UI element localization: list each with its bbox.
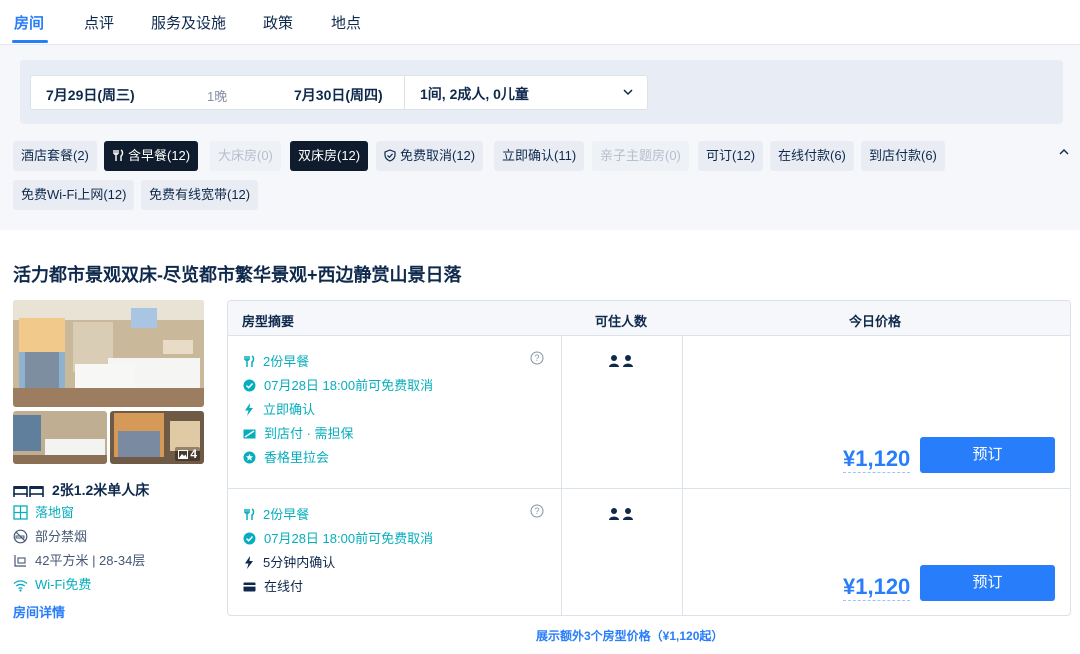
search-divider xyxy=(404,75,405,110)
nights-count: 1晚 xyxy=(207,89,228,104)
member-star-icon xyxy=(243,451,256,464)
tab-location[interactable]: 地点 xyxy=(331,12,361,33)
room-photo-main[interactable] xyxy=(13,300,204,407)
filter-free-broadband[interactable]: 免费有线宽带(12) xyxy=(141,180,259,210)
credit-card-icon xyxy=(243,582,256,592)
window-icon xyxy=(13,505,28,520)
filter-king-bed[interactable]: 大床房(0) xyxy=(210,141,281,171)
header-occupancy: 可住人数 xyxy=(595,314,648,329)
lightning-icon xyxy=(245,556,253,569)
svg-text:?: ? xyxy=(534,353,539,363)
rate-feature-confirm: 5分钟内确认 xyxy=(243,552,335,571)
tab-facilities[interactable]: 服务及设施 xyxy=(151,12,226,33)
rate-feature-breakfast: 2份早餐 xyxy=(243,504,309,523)
svg-text:?: ? xyxy=(534,506,539,516)
filter-free-wifi[interactable]: 免费Wi-Fi上网(12) xyxy=(13,180,135,210)
help-icon[interactable]: ? xyxy=(530,351,544,365)
filter-twin-bed[interactable]: 双床房(12) xyxy=(290,141,369,171)
rate-feature-confirm: 立即确认 xyxy=(243,399,315,418)
rate-feature-member: 香格里拉会 xyxy=(243,447,329,466)
room-title: 活力都市景观双床-尽览都市繁华景观+西边静赏山景日落 xyxy=(13,265,462,285)
filter-free-cancel[interactable]: 免费取消(12) xyxy=(376,141,484,171)
two-guests-icon xyxy=(609,355,633,367)
check-circle-icon xyxy=(243,379,256,392)
column-divider xyxy=(682,336,683,615)
filter-available[interactable]: 可订(12) xyxy=(698,141,764,171)
lightning-icon xyxy=(245,403,253,416)
filter-family-room[interactable]: 亲子主题房(0) xyxy=(592,141,689,171)
tab-reviews[interactable]: 点评 xyxy=(84,12,114,33)
room-tabs: 房间 点评 服务及设施 政策 地点 xyxy=(0,0,1080,45)
rate-table: 房型摘要 可住人数 今日价格 2份早餐 ? 07月28日 18:00前可免费取消… xyxy=(227,300,1071,616)
rate-feature-breakfast: 2份早餐 xyxy=(243,351,309,370)
amenity-size: 42平方米 | 28-34层 xyxy=(13,550,145,569)
room-photo-thumb-1[interactable] xyxy=(13,411,107,464)
amenity-window: 落地窗 xyxy=(13,502,74,521)
two-guests-icon xyxy=(609,508,633,520)
twin-bed-icon xyxy=(13,486,44,497)
rate-price[interactable]: ¥1,120 xyxy=(843,574,911,601)
room-size-icon xyxy=(14,555,26,567)
check-circle-icon xyxy=(243,532,256,545)
tab-policies[interactable]: 政策 xyxy=(263,12,293,33)
room-details-link[interactable]: 房间详情 xyxy=(13,602,65,621)
show-more-rates-link[interactable]: 展示额外3个房型价格（¥1,120起） xyxy=(536,627,723,644)
checkin-date[interactable]: 7月29日(周三) xyxy=(46,85,135,105)
checkout-date[interactable]: 7月30日(周四) xyxy=(294,85,383,105)
no-smoking-icon xyxy=(13,529,28,544)
chevron-down-icon[interactable] xyxy=(622,86,634,98)
filter-breakfast[interactable]: 含早餐(12) xyxy=(104,141,199,171)
rate-feature-payment: 到店付 · 需担保 xyxy=(243,423,354,442)
bed-type: 2张1.2米单人床 xyxy=(13,480,149,500)
active-tab-indicator xyxy=(12,40,48,43)
book-button[interactable]: 预订 xyxy=(920,437,1055,473)
book-button[interactable]: 预订 xyxy=(920,565,1055,601)
filter-instant-confirm[interactable]: 立即确认(11) xyxy=(494,141,585,171)
rate-feature-cancel: 07月28日 18:00前可免费取消 xyxy=(243,375,433,394)
filter-pay-at-hotel[interactable]: 到店付款(6) xyxy=(861,141,945,171)
tab-rooms[interactable]: 房间 xyxy=(14,12,44,33)
room-photo-thumb-2[interactable]: 4 xyxy=(110,411,204,464)
rate-feature-cancel: 07月28日 18:00前可免费取消 xyxy=(243,528,433,547)
utensils-icon xyxy=(244,508,255,520)
help-icon[interactable]: ? xyxy=(530,504,544,518)
utensils-icon xyxy=(244,355,255,367)
rate-feature-payment: 在线付 xyxy=(243,576,303,595)
rate-price[interactable]: ¥1,120 xyxy=(843,446,911,473)
image-icon xyxy=(178,450,189,459)
photo-count-badge: 4 xyxy=(175,447,200,461)
chevron-up-icon[interactable] xyxy=(1058,146,1070,158)
guests-selector[interactable]: 1间, 2成人, 0儿童 xyxy=(420,84,529,104)
header-summary: 房型摘要 xyxy=(242,314,295,329)
amenity-smoking: 部分禁烟 xyxy=(13,526,87,545)
utensils-icon xyxy=(113,149,124,161)
pay-at-hotel-icon xyxy=(243,429,256,439)
header-price: 今日价格 xyxy=(849,314,902,329)
rate-table-header: 房型摘要 可住人数 今日价格 xyxy=(228,301,1070,336)
filter-package[interactable]: 酒店套餐(2) xyxy=(13,141,97,171)
row-divider xyxy=(228,488,1070,489)
filter-pay-online[interactable]: 在线付款(6) xyxy=(770,141,854,171)
wifi-icon xyxy=(13,580,28,592)
column-divider xyxy=(561,336,562,615)
shield-check-icon xyxy=(384,149,396,162)
amenity-wifi: Wi-Fi免费 xyxy=(13,574,91,593)
